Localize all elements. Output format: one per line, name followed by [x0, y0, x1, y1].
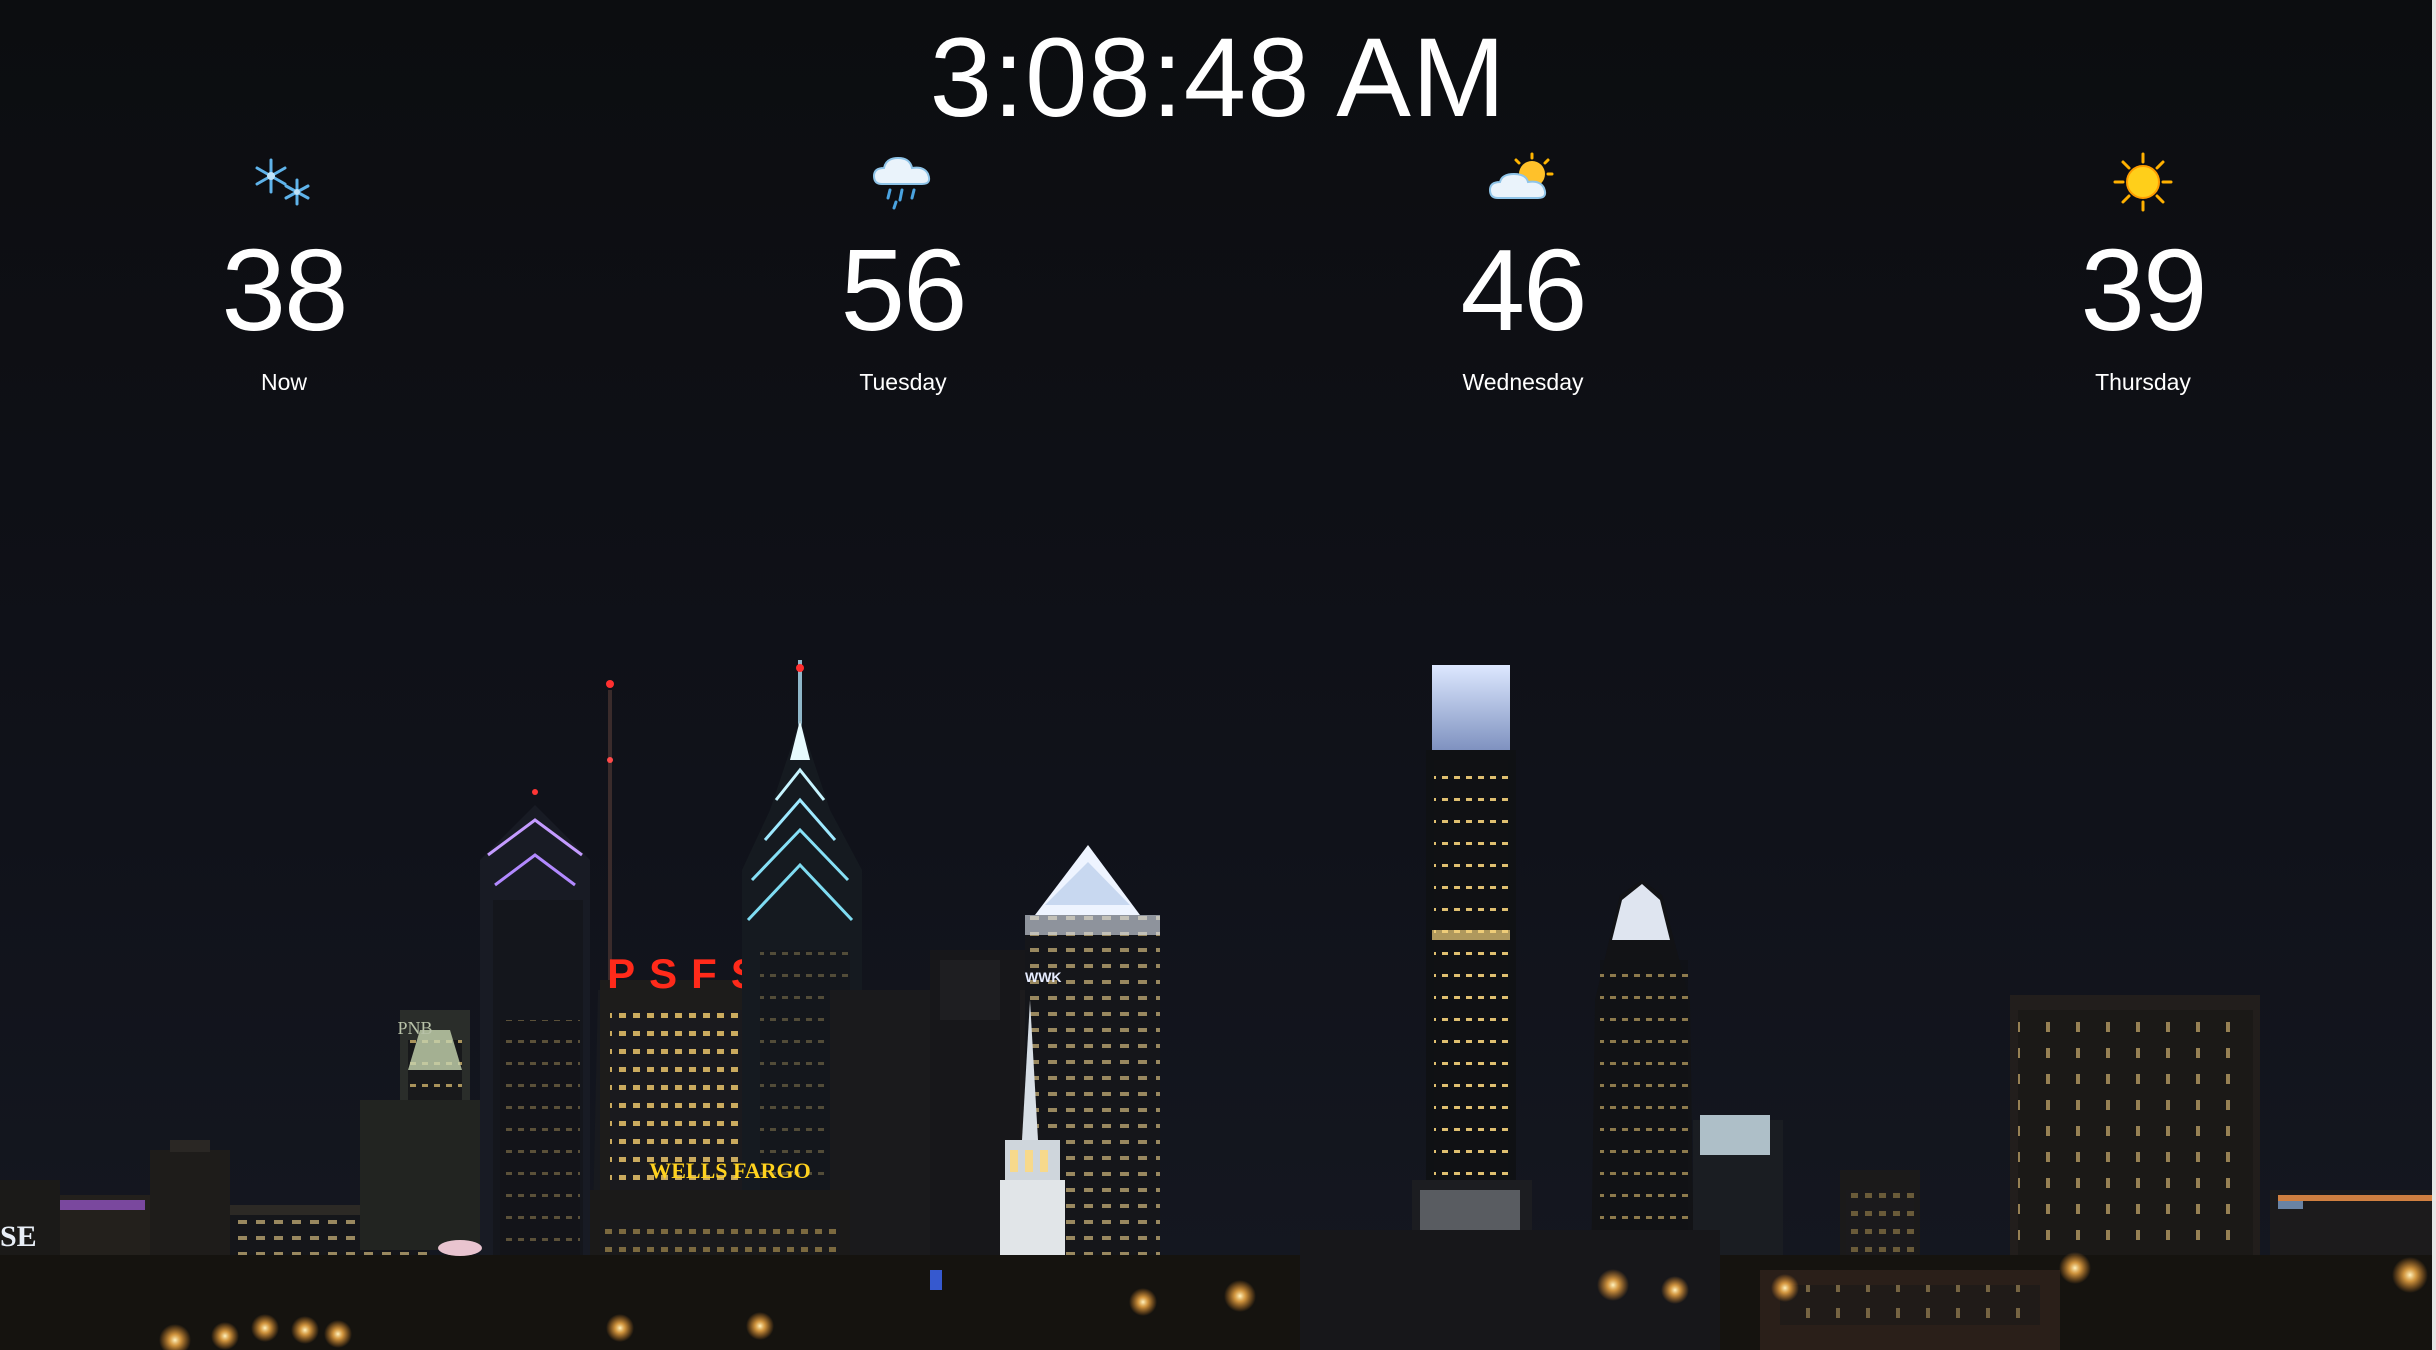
- partly-cloudy-icon: [1343, 150, 1703, 214]
- temperature-tuesday: 56: [840, 225, 967, 355]
- clock-time: 3:08:48 AM: [929, 15, 1507, 140]
- forecast-thursday: 39 Thursday: [1963, 150, 2323, 396]
- day-label-tuesday: Tuesday: [859, 369, 947, 395]
- temperature-wednesday: 46: [1460, 225, 1587, 355]
- pnb-sign: PNB: [397, 1018, 432, 1038]
- forecast-wednesday: 46 Wednesday: [1343, 150, 1703, 396]
- day-label-thursday: Thursday: [2095, 369, 2191, 395]
- sun-icon: [1963, 150, 2323, 214]
- snowflake-icon: [104, 150, 464, 214]
- wwk-sign: WWK: [1025, 969, 1062, 985]
- forecast-tuesday: 56 Tuesday: [723, 150, 1083, 396]
- forecast-now: 38 Now: [104, 150, 464, 396]
- edge-sign: SE: [0, 1220, 37, 1253]
- wells-fargo-sign: WELLS FARGO: [649, 1158, 811, 1183]
- day-label-now: Now: [260, 369, 307, 395]
- window-edge: [2432, 0, 2436, 1350]
- temperature-now: 38: [221, 225, 348, 355]
- day-label-wednesday: Wednesday: [1462, 369, 1584, 395]
- temperature-thursday: 39: [2080, 225, 2207, 355]
- rain-cloud-icon: [723, 150, 1083, 214]
